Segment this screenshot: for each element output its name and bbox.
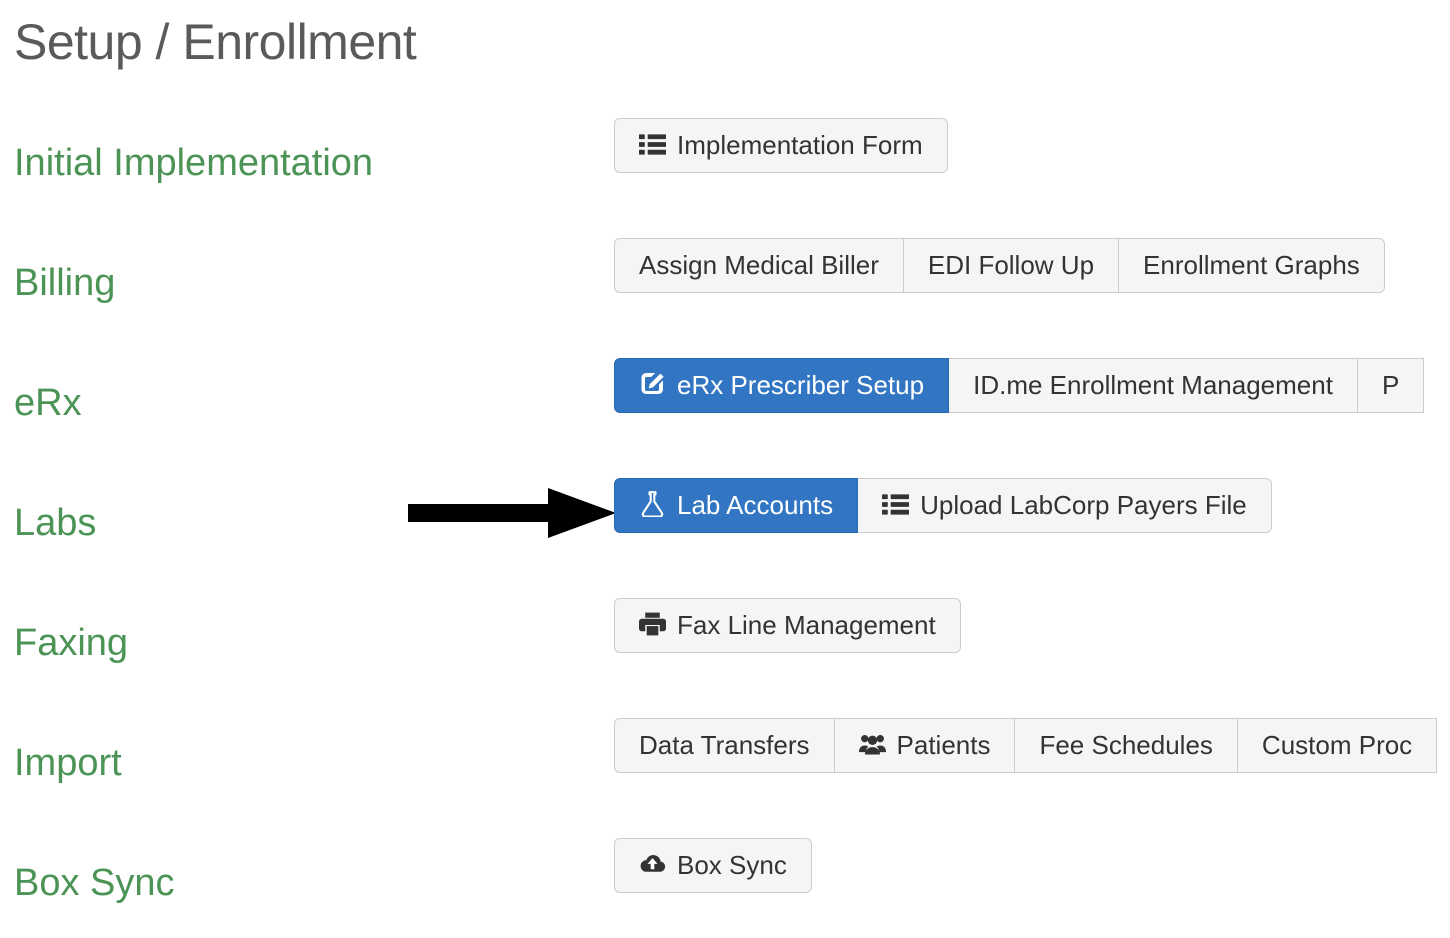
section-row: Initial Implementation Implementation For… — [0, 118, 1450, 218]
section-actions: Box Sync — [614, 838, 812, 893]
button-patients[interactable]: Patients — [833, 718, 1016, 773]
section-row: Box Sync Box Sync — [0, 838, 1450, 938]
section-row: Import Data Transfers Patients Fee Schedule… — [0, 718, 1450, 818]
button-p[interactable]: P — [1356, 358, 1425, 413]
button-box-sync[interactable]: Box Sync — [614, 838, 812, 893]
cloud-upload-icon — [639, 851, 666, 877]
button-group: Data Transfers Patients Fee Schedules Custo… — [614, 718, 1438, 773]
button-label: Fax Line Management — [677, 610, 936, 640]
list-icon — [882, 491, 910, 517]
button-enrollment-graphs[interactable]: Enrollment Graphs — [1118, 238, 1385, 293]
button-label: Box Sync — [677, 850, 787, 880]
button-fax-line-management[interactable]: Fax Line Management — [614, 598, 961, 653]
button-label: Data Transfers — [639, 730, 810, 760]
button-label: eRx Prescriber Setup — [677, 370, 925, 400]
button-label: Lab Accounts — [677, 490, 834, 520]
button-group: Implementation Form — [614, 118, 948, 173]
button-group: eRx Prescriber Setup ID.me Enrollment Man… — [614, 358, 1425, 413]
button-group: Assign Medical Biller EDI Follow Up Enroll… — [614, 238, 1385, 293]
button-label: Custom Proc — [1261, 730, 1413, 760]
section-label-erx: eRx — [14, 382, 82, 424]
button-label: EDI Follow Up — [927, 250, 1095, 280]
section-actions: Implementation Form — [614, 118, 948, 173]
button-group: Fax Line Management — [614, 598, 961, 653]
button-label: Assign Medical Biller — [639, 250, 879, 280]
printer-fax-icon — [639, 611, 666, 637]
button-label: Upload LabCorp Payers File — [920, 490, 1247, 520]
button-group: Lab Accounts Upload LabCorp Payers File — [614, 478, 1272, 533]
edit-pencil-square-icon — [639, 371, 666, 397]
section-actions: Data Transfers Patients Fee Schedules Custo… — [614, 718, 1438, 773]
button-edi-follow-up[interactable]: EDI Follow Up — [902, 238, 1120, 293]
section-label-labs: Labs — [14, 502, 97, 544]
button-label: Implementation Form — [677, 130, 923, 160]
page-title: Setup / Enrollment — [14, 14, 417, 70]
button-label: P — [1381, 370, 1400, 400]
button-id-me-enrollment-management[interactable]: ID.me Enrollment Management — [948, 358, 1358, 413]
button-erx-prescriber-setup[interactable]: eRx Prescriber Setup — [614, 358, 950, 413]
users-icon — [858, 731, 886, 757]
section-actions: Lab Accounts Upload LabCorp Payers File — [614, 478, 1272, 533]
button-custom-proc[interactable]: Custom Proc — [1236, 718, 1438, 773]
section-actions: Assign Medical Biller EDI Follow Up Enroll… — [614, 238, 1385, 293]
button-group: Box Sync — [614, 838, 812, 893]
button-label: ID.me Enrollment Management — [973, 370, 1333, 400]
section-label-faxing: Faxing — [14, 622, 129, 664]
setup-enrollment-page: Setup / Enrollment Initial Implementatio… — [0, 0, 1450, 922]
section-row: Billing Assign Medical Biller EDI Follow U… — [0, 238, 1450, 338]
section-label-billing: Billing — [14, 262, 116, 304]
section-row: eRx eRx Prescriber Setup ID.me Enrollment … — [0, 358, 1450, 458]
section-row: Faxing Fax Line Management — [0, 598, 1450, 698]
section-actions: eRx Prescriber Setup ID.me Enrollment Man… — [614, 358, 1425, 413]
section-label-import: Import — [14, 742, 122, 784]
section-row: Labs Lab Accounts Upload LabCorp Payers Fi… — [0, 478, 1450, 578]
flask-icon — [639, 491, 666, 517]
section-actions: Fax Line Management — [614, 598, 961, 653]
button-label: Enrollment Graphs — [1143, 250, 1360, 280]
button-data-transfers[interactable]: Data Transfers — [614, 718, 835, 773]
button-label: Patients — [896, 730, 991, 760]
button-label: Fee Schedules — [1039, 730, 1213, 760]
button-assign-medical-biller[interactable]: Assign Medical Biller — [614, 238, 904, 293]
section-label-initial-implementation: Initial Implementation — [14, 142, 374, 184]
list-icon — [639, 131, 666, 157]
button-fee-schedules[interactable]: Fee Schedules — [1014, 718, 1238, 773]
button-upload-labcorp-payers-file[interactable]: Upload LabCorp Payers File — [857, 478, 1272, 533]
button-lab-accounts[interactable]: Lab Accounts — [614, 478, 859, 533]
button-implementation-form[interactable]: Implementation Form — [614, 118, 948, 173]
section-label-box-sync: Box Sync — [14, 862, 175, 904]
